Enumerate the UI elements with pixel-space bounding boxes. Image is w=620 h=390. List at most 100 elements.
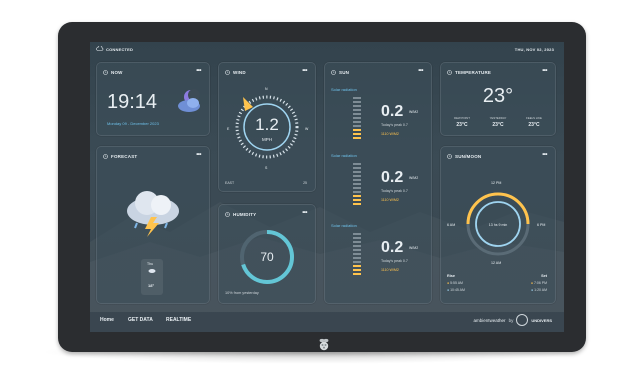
temp-stat-value: 23°C [492, 122, 504, 128]
sunmoon-more-button[interactable]: ••• [542, 152, 547, 158]
set-label: Set [541, 274, 547, 278]
temp-stat-label: DEW POINT [454, 116, 470, 120]
sun-title: SUN [339, 70, 350, 75]
wind-title: WIND [233, 70, 246, 75]
forecast-card: FORECAST ••• Thu 18° [96, 146, 210, 304]
humidity-value: 70 [260, 250, 274, 264]
sunrise-time: ● 5:55 AM [447, 281, 463, 285]
dial-top-label: 12 PM [491, 181, 502, 185]
forecast-more-button[interactable]: ••• [196, 152, 201, 158]
wind-value: 25 [303, 181, 307, 185]
status-bar: CONNECTED THU, NOV 02, 2023 [90, 42, 564, 56]
now-time: 19:14 [107, 91, 158, 113]
dashboard-screen: CONNECTED THU, NOV 02, 2023 NOW ••• 19:1… [90, 42, 564, 332]
solar-peak: Today's peak 0.7 [381, 259, 408, 263]
solar-value: 0.2 [381, 103, 404, 120]
cloud-connection-icon [96, 46, 104, 51]
sunrise-value: 5:55 AM [450, 281, 463, 285]
solar-radiation-row: Solar radiation 0.2 W/M2 Today's peak 0.… [325, 153, 431, 217]
solar-label: Solar radiation [331, 223, 357, 228]
solar-peak: Today's peak 0.7 [381, 189, 408, 193]
temp-stat: YESTERDAY 23°C [481, 116, 515, 128]
sunset-value: 7:06 PM [533, 281, 547, 285]
wind-north-label: N [265, 87, 268, 91]
current-date: THU, NOV 02, 2023 [514, 47, 554, 52]
clock-icon [103, 70, 108, 75]
humidity-card: HUMIDITY ••• 70 10% from yesterday [218, 204, 316, 304]
sunset-time: ● 7:06 PM [530, 281, 547, 285]
temp-stat: FEELS LIKE 23°C [517, 116, 551, 128]
raspberry-pi-icon [319, 338, 329, 351]
solar-meter [353, 97, 363, 143]
sun-card: SUN ••• Solar radiation 0.2 W/M2 Today's… [324, 62, 432, 304]
moon-cloud-icon [178, 89, 200, 112]
clock-icon [331, 70, 336, 75]
humidity-title: HUMIDITY [233, 212, 257, 217]
brand-footer: ambientweather by UNDIVERS [474, 314, 552, 326]
forecast-day: Thu [147, 262, 154, 266]
wind-card: WIND ••• N S E W 1.2 MPH EAST 25 [218, 62, 316, 192]
solar-label: Solar radiation [331, 153, 357, 158]
now-date-range: Monday 09 - December 2023 [107, 121, 159, 126]
solar-radiation-row: Solar radiation 0.2 W/M2 Today's peak 0.… [325, 223, 431, 287]
moonrise-time: ● 10:45 AM [447, 288, 465, 292]
solar-peak: Today's peak 0.7 [381, 123, 408, 127]
forecast-day-column: Thu 18° [141, 259, 163, 295]
moonset-time: ● 1:20 AM [531, 288, 547, 292]
wind-speed: 1.2 [255, 115, 279, 134]
solar-unit: W/M2 [409, 110, 419, 114]
temp-stat-label: YESTERDAY [489, 116, 507, 120]
humidity-more-button[interactable]: ••• [302, 210, 307, 216]
temperature-more-button[interactable]: ••• [542, 68, 547, 74]
solar-value: 0.2 [381, 169, 404, 186]
sun-more-button[interactable]: ••• [418, 68, 423, 74]
cloud-icon [148, 269, 156, 273]
bottom-bar: Home GET DATA REALTIME ambientweather by… [90, 308, 564, 332]
temp-stat-value: 23°C [528, 122, 540, 128]
solar-max: 1110 W/M2 [381, 268, 399, 272]
solar-radiation-row: Solar radiation 0.2 W/M2 Today's peak 0.… [325, 87, 431, 151]
now-card: NOW ••• 19:14 Monday 09 - December 2023 [96, 62, 210, 136]
clock-icon [225, 212, 230, 217]
nav-home[interactable]: Home [100, 317, 114, 323]
forecast-temp: 18° [148, 283, 155, 288]
solar-value: 0.2 [381, 239, 404, 256]
dial-bottom-label: 12 AM [491, 261, 502, 265]
solar-max: 1110 W/M2 [381, 198, 399, 202]
storm-cloud-icon [127, 191, 179, 237]
now-more-button[interactable]: ••• [196, 68, 201, 74]
wind-direction: EAST [225, 181, 235, 185]
partner-name: UNDIVERS [531, 317, 552, 323]
clock-icon [225, 70, 230, 75]
wind-more-button[interactable]: ••• [302, 68, 307, 74]
solar-meter [353, 233, 363, 279]
temp-stat-value: 23°C [456, 122, 468, 128]
sunmoon-card: SUN/MOON ••• 12 PM 12 AM 6 AM 6 PM 13 hs… [440, 146, 556, 304]
daylight-duration: 13 hs 9 min [488, 223, 508, 227]
brand-by: by [508, 317, 514, 323]
now-title: NOW [111, 70, 123, 75]
brand-name: ambientweather [473, 317, 506, 323]
temperature-value: 23° [482, 85, 514, 107]
temperature-title: TEMPERATURE [455, 70, 492, 75]
clock-icon [447, 154, 452, 159]
wind-unit: MPH [262, 137, 272, 142]
solar-label: Solar radiation [331, 87, 357, 92]
moonset-value: 1:20 AM [534, 288, 547, 292]
clock-icon [447, 70, 452, 75]
humidity-note: 10% from yesterday [225, 291, 259, 295]
wind-south-label: S [265, 166, 268, 170]
clock-icon [103, 154, 108, 159]
forecast-title: FORECAST [111, 154, 138, 159]
temp-stat: DEW POINT 23°C [445, 116, 479, 128]
sunmoon-title: SUN/MOON [455, 154, 482, 159]
solar-meter [353, 163, 363, 209]
temp-stat-label: FEELS LIKE [526, 116, 542, 120]
solar-max: 1110 W/M2 [381, 132, 399, 136]
connection-status: CONNECTED [106, 47, 134, 52]
solar-unit: W/M2 [409, 246, 419, 250]
nav-realtime[interactable]: REALTIME [166, 317, 191, 323]
nav-get-data[interactable]: GET DATA [128, 317, 153, 323]
moonrise-value: 10:45 AM [450, 288, 465, 292]
solar-unit: W/M2 [409, 176, 419, 180]
